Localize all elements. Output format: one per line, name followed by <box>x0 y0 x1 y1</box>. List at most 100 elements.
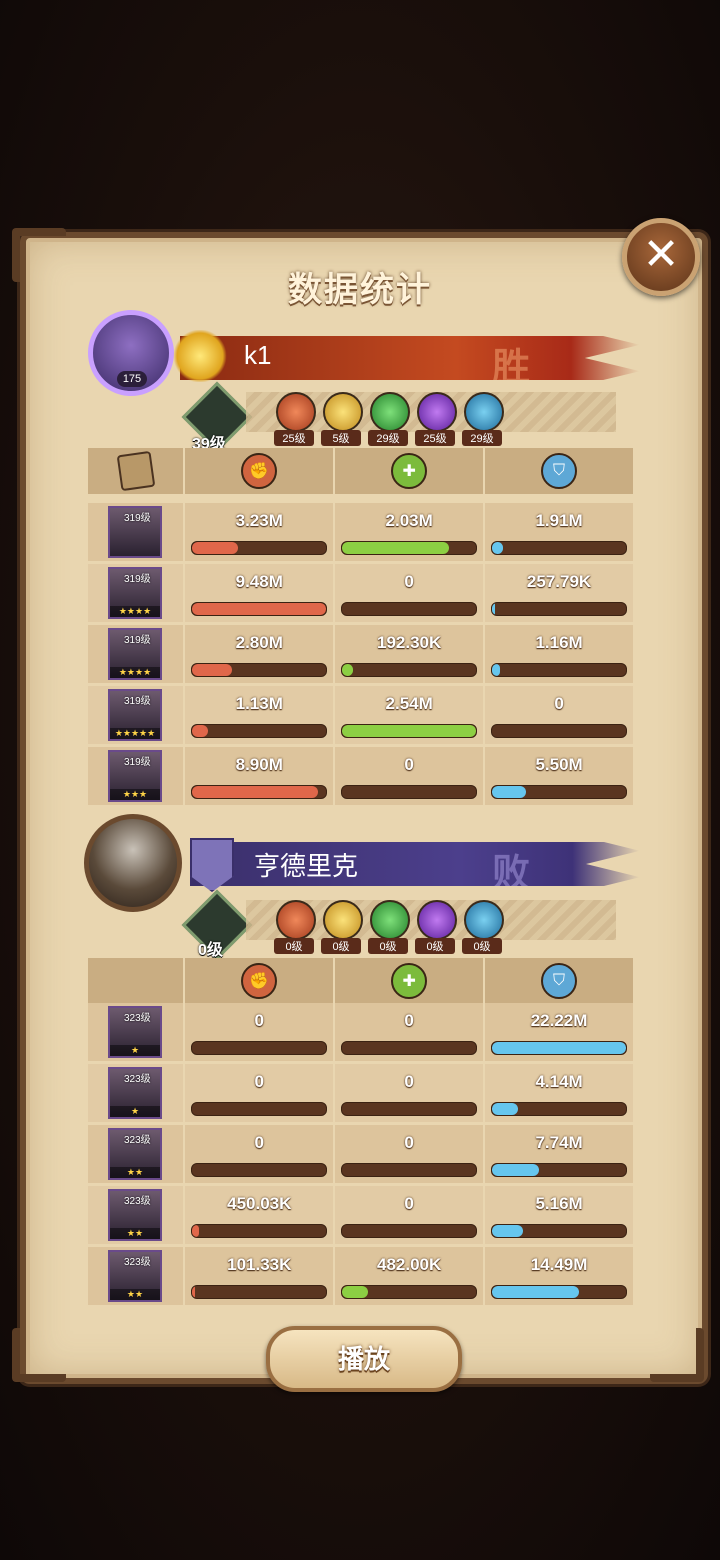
heal-bar <box>341 1041 478 1055</box>
hero-row: 319级 ★★★★ 2.80M 192.30K 1.16M <box>88 625 633 683</box>
hero-portrait[interactable]: 323级 ★ <box>108 1067 162 1119</box>
page-title: 数据统计 <box>288 271 432 309</box>
damage-value: 9.48M <box>235 572 283 591</box>
element-level: 0级 <box>415 938 455 954</box>
heal-bar <box>341 602 478 616</box>
damage-icon: ✊ <box>241 453 278 489</box>
heal-cell: 192.30K <box>335 625 486 683</box>
team2-table-header: ✊ ✚ ⛉ <box>88 958 633 1004</box>
hero-portrait[interactable]: 319级 <box>108 506 162 558</box>
shield-bar <box>491 1163 628 1177</box>
damage-bar <box>191 724 328 738</box>
heal-bar <box>341 1102 478 1116</box>
header-shield-col[interactable]: ⛉ <box>485 448 633 494</box>
element-level: 5级 <box>321 430 361 446</box>
dark-element-icon <box>417 900 457 940</box>
shield-cell: 4.14M <box>485 1064 633 1122</box>
hero-row: 323级 ★★ 101.33K 482.00K 14.49M <box>88 1247 633 1305</box>
damage-bar-fill <box>192 786 319 798</box>
hero-level: 323级 <box>124 1074 151 1085</box>
header-heal-col[interactable]: ✚ <box>335 448 486 494</box>
heal-bar <box>341 785 478 799</box>
shield-cell: 257.79K <box>485 564 633 622</box>
hero-portrait[interactable]: 319级 ★★★★★ <box>108 689 162 741</box>
player-avatar-team1[interactable]: 175 <box>88 310 174 396</box>
hero-portrait[interactable]: 319级 ★★★★ <box>108 628 162 680</box>
shield-icon: ⛉ <box>541 963 578 999</box>
header-damage-col[interactable]: ✊ <box>185 958 336 1004</box>
frame-corner-bottom-right <box>650 1328 704 1382</box>
shield-cell: 7.74M <box>485 1125 633 1183</box>
shield-bar-fill <box>492 786 526 798</box>
damage-icon: ✊ <box>241 963 278 999</box>
heal-cell: 2.03M <box>335 503 486 561</box>
heal-cell: 0 <box>335 747 486 805</box>
crown-icon <box>172 330 228 382</box>
damage-value: 1.13M <box>235 694 283 713</box>
hero-level: 319级 <box>124 757 151 768</box>
heal-value: 2.03M <box>385 511 433 530</box>
shield-value: 7.74M <box>535 1133 583 1152</box>
hero-level: 323级 <box>124 1135 151 1146</box>
damage-bar <box>191 1041 328 1055</box>
close-button[interactable]: ✕ <box>622 218 700 296</box>
hero-portrait[interactable]: 323级 ★★ <box>108 1189 162 1241</box>
damage-value: 2.80M <box>235 633 283 652</box>
damage-bar-fill <box>192 1286 195 1298</box>
hero-level: 323级 <box>124 1013 151 1024</box>
hero-portrait[interactable]: 319级 ★★★ <box>108 750 162 802</box>
team1-player-name: k1 <box>244 340 272 370</box>
element-level: 29级 <box>368 430 408 446</box>
heal-cell: 0 <box>335 1064 486 1122</box>
hero-portrait[interactable]: 323级 ★★ <box>108 1250 162 1302</box>
shield-bar-fill <box>492 603 495 615</box>
hero-row: 319级 3.23M 2.03M 1.91M <box>88 503 633 561</box>
heal-cell: 0 <box>335 1003 486 1061</box>
light-element-icon <box>323 392 363 432</box>
heal-cell: 482.00K <box>335 1247 486 1305</box>
heal-bar-fill <box>342 542 450 554</box>
heal-cell: 0 <box>335 564 486 622</box>
fire-element-icon <box>276 392 316 432</box>
damage-cell: 9.48M <box>185 564 336 622</box>
hero-cell: 323级 ★ <box>88 1064 186 1122</box>
shield-bar <box>491 663 628 677</box>
dark-element-icon <box>417 392 457 432</box>
team1-table-header: ✊ ✚ ⛉ <box>88 448 633 494</box>
heal-cell: 2.54M <box>335 686 486 744</box>
shield-value: 257.79K <box>526 572 592 591</box>
shield-cell: 0 <box>485 686 633 744</box>
heal-cell: 0 <box>335 1186 486 1244</box>
hero-level: 319级 <box>124 574 151 585</box>
heal-value: 0 <box>404 572 414 591</box>
heal-value: 482.00K <box>377 1255 442 1274</box>
nature-element-icon <box>370 392 410 432</box>
heal-bar-fill <box>342 725 477 737</box>
light-element-icon <box>323 900 363 940</box>
heal-value: 192.30K <box>377 633 442 652</box>
damage-cell: 0 <box>185 1064 336 1122</box>
hero-level: 323级 <box>124 1257 151 1268</box>
shield-bar <box>491 1102 628 1116</box>
play-button[interactable]: 播放 <box>266 1326 462 1392</box>
header-damage-col[interactable]: ✊ <box>185 448 336 494</box>
hero-portrait[interactable]: 323级 ★ <box>108 1006 162 1058</box>
hero-portrait[interactable]: 319级 ★★★★ <box>108 567 162 619</box>
heal-bar <box>341 663 478 677</box>
hero-cell: 323级 ★ <box>88 1003 186 1061</box>
team1-banner: k1 胜 <box>180 336 640 380</box>
header-heal-col[interactable]: ✚ <box>335 958 486 1004</box>
header-hero-col <box>88 958 186 1004</box>
hero-stars: ★ <box>110 1106 160 1117</box>
element-level: 29级 <box>462 430 502 446</box>
shield-bar-fill <box>492 1164 539 1176</box>
damage-cell: 0 <box>185 1125 336 1183</box>
hero-portrait[interactable]: 323级 ★★ <box>108 1128 162 1180</box>
hero-stars: ★★ <box>110 1289 160 1300</box>
element-level: 0级 <box>368 938 408 954</box>
player-avatar-team2[interactable] <box>84 814 182 912</box>
header-shield-col[interactable]: ⛉ <box>485 958 633 1004</box>
shield-icon: ⛉ <box>541 453 578 489</box>
damage-cell: 1.13M <box>185 686 336 744</box>
heal-icon: ✚ <box>391 453 428 489</box>
